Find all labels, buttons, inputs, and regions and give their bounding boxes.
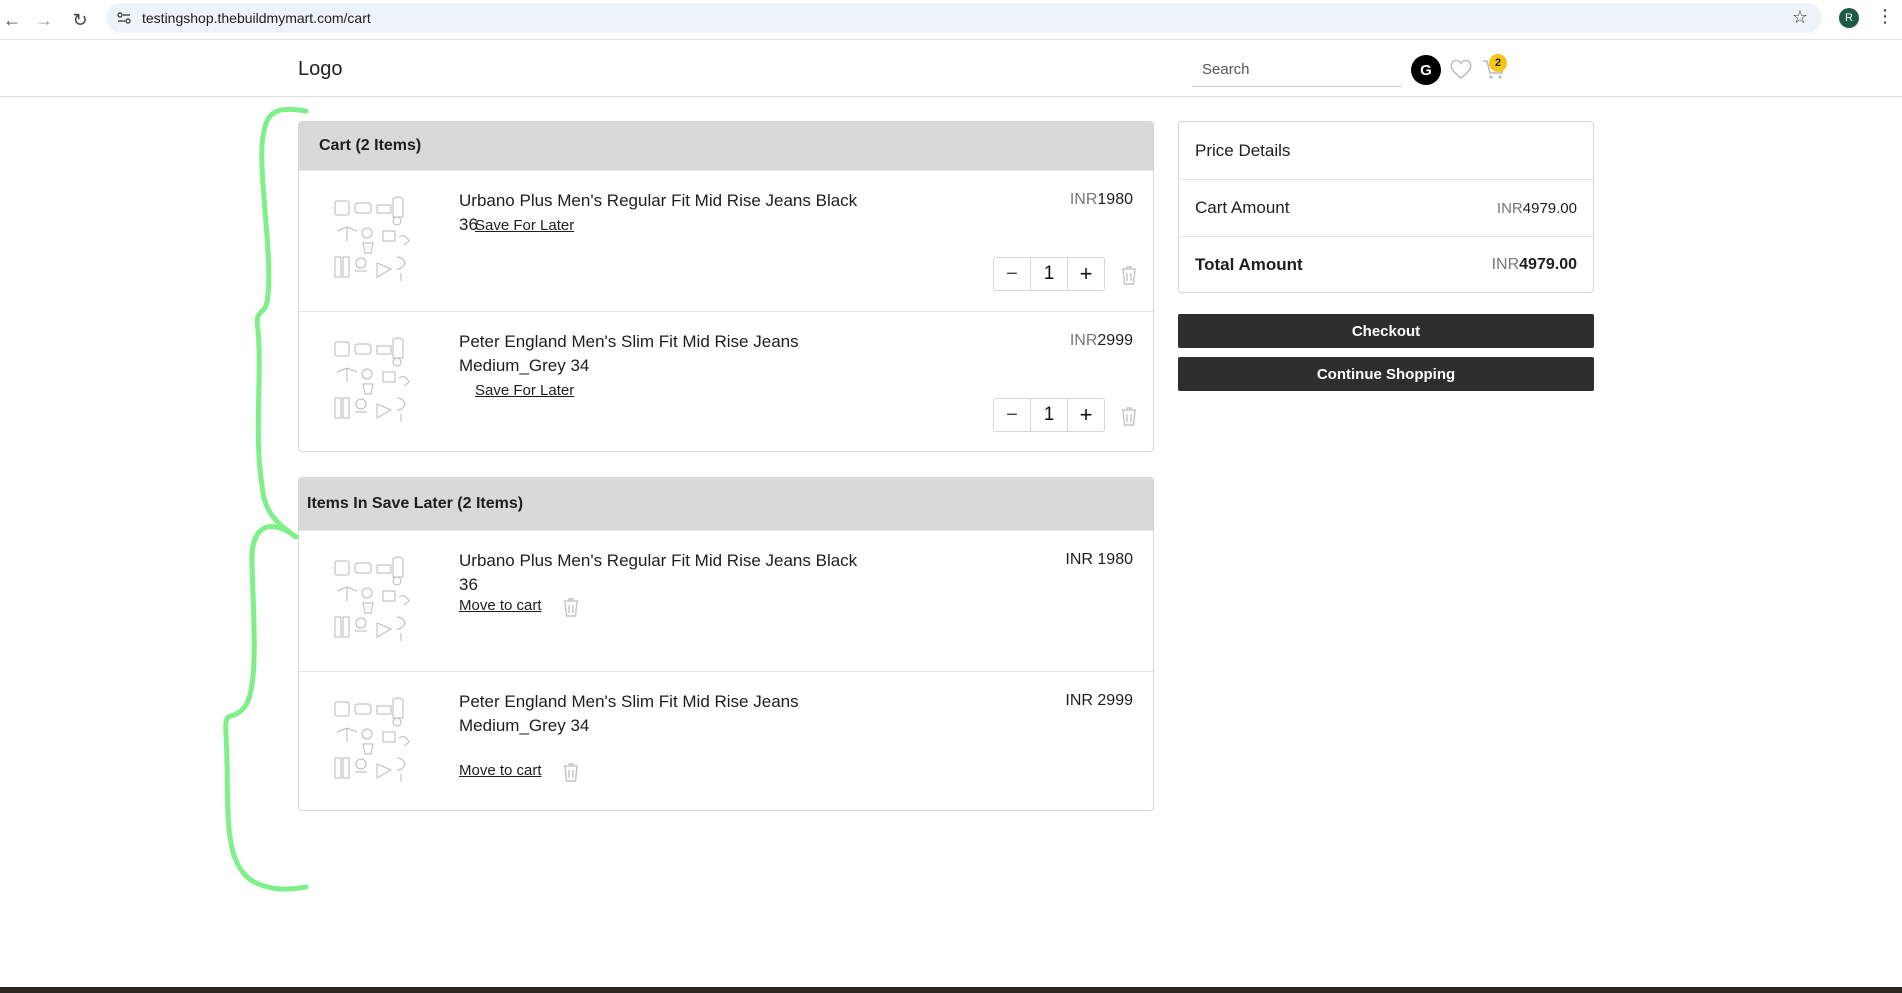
site-header: Logo G 2	[0, 41, 1902, 97]
price-details-card: Price Details Cart Amount INR4979.00 Tot…	[1178, 121, 1594, 293]
browser-menu-icon[interactable]: ⋮	[1876, 6, 1894, 27]
cart-item-price: INR1980	[1070, 191, 1133, 209]
browser-toolbar: ← → ↻ testingshop.thebuildmymart.com/car…	[0, 0, 1902, 40]
product-placeholder-image	[334, 337, 410, 422]
currency-label: INR	[1496, 199, 1523, 217]
quantity-value: 1	[1030, 258, 1068, 290]
decrease-quantity-button[interactable]: −	[994, 399, 1030, 431]
saved-item-price: INR 2999	[1065, 692, 1133, 709]
os-taskbar-edge	[0, 987, 1902, 993]
save-for-later-link[interactable]: Save For Later	[475, 382, 574, 399]
continue-shopping-button[interactable]: Continue Shopping	[1178, 357, 1594, 391]
cart-panel-title: Cart (2 Items)	[299, 122, 1153, 170]
forward-icon[interactable]: →	[32, 8, 56, 32]
save-for-later-link[interactable]: Save For Later	[475, 217, 574, 234]
cart-amount-value: INR4979.00	[1497, 200, 1577, 217]
cart-amount-label: Cart Amount	[1195, 198, 1290, 217]
saved-item: Peter England Men's Slim Fit Mid Rise Je…	[299, 671, 1153, 810]
annotation-brace	[223, 106, 309, 892]
delete-trash-icon[interactable]	[1119, 263, 1139, 287]
wishlist-heart-icon[interactable]	[1448, 56, 1474, 82]
save-later-panel: Items In Save Later (2 Items) Urbano Plu…	[298, 477, 1154, 811]
increase-quantity-button[interactable]: +	[1068, 258, 1104, 290]
cart-item-price: INR2999	[1070, 332, 1133, 350]
saved-item-name[interactable]: Peter England Men's Slim Fit Mid Rise Je…	[459, 690, 879, 738]
price-details-title: Price Details	[1195, 140, 1291, 160]
quantity-value: 1	[1030, 399, 1068, 431]
move-to-cart-link[interactable]: Move to cart	[459, 762, 542, 779]
delete-trash-icon[interactable]	[561, 595, 581, 619]
amount-number: 4979.00	[1522, 199, 1577, 217]
quantity-stepper: − 1 +	[993, 257, 1105, 291]
back-icon[interactable]: ←	[0, 8, 24, 32]
user-avatar[interactable]: G	[1411, 55, 1441, 85]
amount-number: 4979.00	[1519, 256, 1577, 273]
site-settings-icon[interactable]	[116, 10, 132, 26]
delete-trash-icon[interactable]	[1119, 404, 1139, 428]
saved-item-name[interactable]: Urbano Plus Men's Regular Fit Mid Rise J…	[459, 549, 879, 597]
cart-count-badge: 2	[1489, 54, 1507, 72]
product-placeholder-image	[334, 697, 410, 782]
currency-label: INR	[1069, 191, 1098, 208]
saved-item-price: INR 1980	[1065, 551, 1133, 568]
saved-item: Urbano Plus Men's Regular Fit Mid Rise J…	[299, 530, 1153, 671]
cart-amount-row: Cart Amount INR4979.00	[1179, 179, 1593, 236]
save-later-panel-title: Items In Save Later (2 Items)	[299, 478, 1153, 530]
move-to-cart-link[interactable]: Move to cart	[459, 597, 542, 614]
currency-label: INR	[1491, 256, 1520, 273]
site-logo[interactable]: Logo	[298, 58, 343, 81]
cart-item-name[interactable]: Peter England Men's Slim Fit Mid Rise Je…	[459, 330, 879, 378]
reload-icon[interactable]: ↻	[68, 8, 92, 32]
search-input[interactable]	[1192, 53, 1402, 86]
product-placeholder-image	[334, 196, 410, 281]
total-amount-row: Total Amount INR4979.00	[1179, 236, 1593, 293]
product-placeholder-image	[334, 556, 410, 641]
bookmark-star-icon[interactable]: ☆	[1792, 7, 1808, 28]
cart-item: Peter England Men's Slim Fit Mid Rise Je…	[299, 311, 1153, 451]
quantity-stepper: − 1 +	[993, 398, 1105, 432]
price-value: 1980	[1097, 191, 1133, 208]
address-bar[interactable]: testingshop.thebuildmymart.com/cart ☆	[106, 3, 1822, 33]
cart-item: Urbano Plus Men's Regular Fit Mid Rise J…	[299, 170, 1153, 311]
browser-profile-avatar[interactable]: R	[1839, 8, 1859, 28]
price-value: 2999	[1097, 332, 1133, 349]
search-box	[1192, 53, 1402, 87]
delete-trash-icon[interactable]	[561, 760, 581, 784]
currency-label: INR	[1069, 332, 1098, 349]
price-details-header: Price Details	[1179, 122, 1593, 179]
decrease-quantity-button[interactable]: −	[994, 258, 1030, 290]
total-amount-value: INR4979.00	[1492, 256, 1577, 274]
checkout-button[interactable]: Checkout	[1178, 314, 1594, 348]
increase-quantity-button[interactable]: +	[1068, 399, 1104, 431]
total-amount-label: Total Amount	[1195, 255, 1303, 274]
url-text[interactable]: testingshop.thebuildmymart.com/cart	[142, 10, 371, 26]
cart-panel: Cart (2 Items) Urbano Plus Men's Regular…	[298, 121, 1154, 452]
